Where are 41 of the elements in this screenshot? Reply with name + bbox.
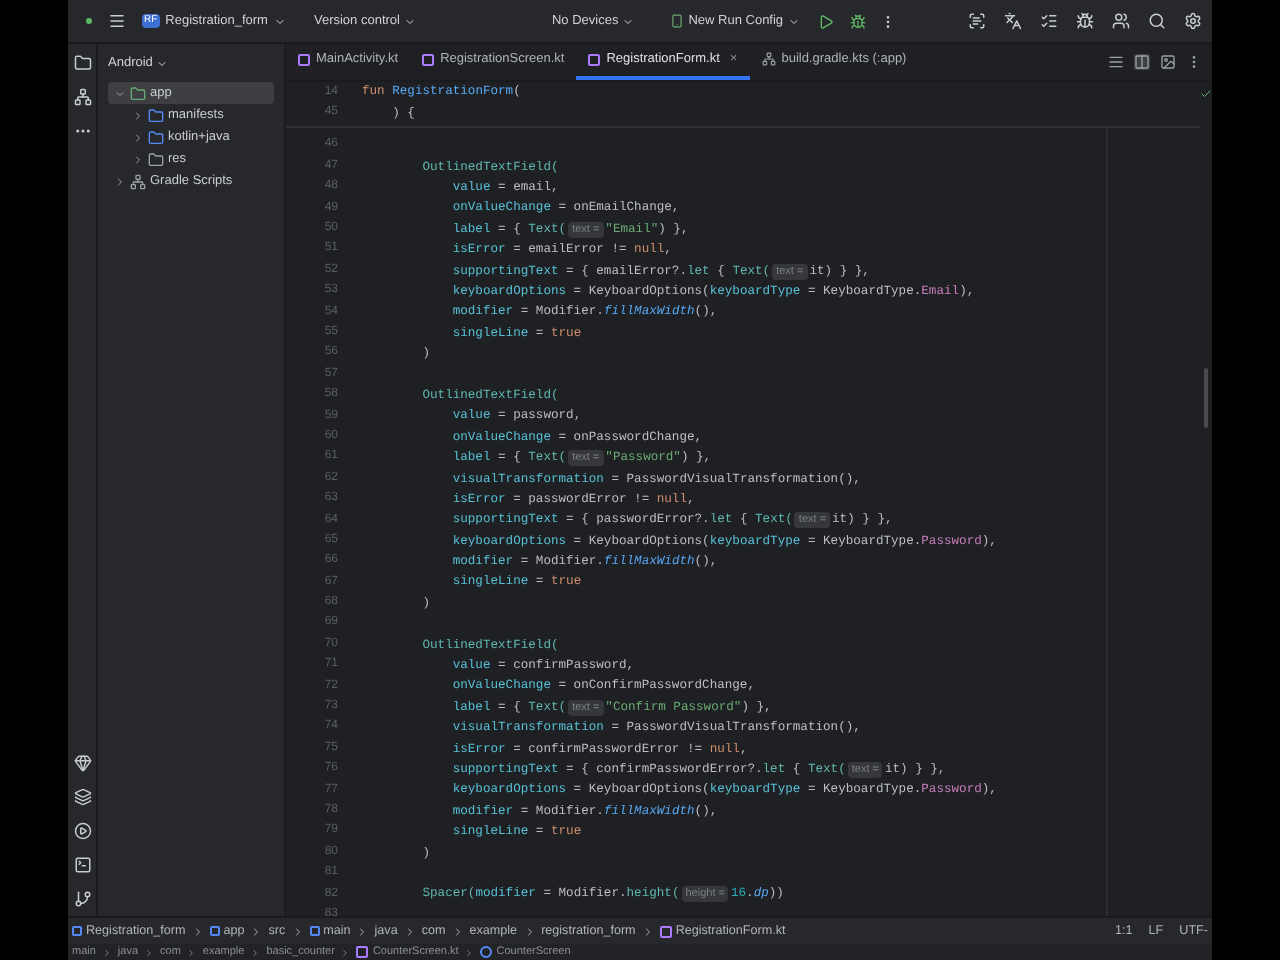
- bug-icon[interactable]: [1075, 12, 1094, 30]
- folder-icon[interactable]: [73, 54, 91, 72]
- chevron-right-icon[interactable]: [132, 109, 144, 121]
- search-icon[interactable]: [1147, 12, 1166, 30]
- scan-text-icon[interactable]: [967, 12, 986, 30]
- lines-icon[interactable]: [1108, 53, 1124, 69]
- caret-icon: [622, 15, 635, 27]
- caret-icon: [787, 15, 800, 27]
- folder-icon: [148, 107, 164, 123]
- chevron-right-icon: [403, 925, 416, 937]
- settings-icon[interactable]: [1183, 12, 1202, 30]
- git-branch-icon[interactable]: [73, 890, 91, 908]
- image-icon[interactable]: [1160, 53, 1176, 69]
- structure-icon[interactable]: [73, 88, 91, 106]
- module-folder-icon: [130, 85, 146, 101]
- caret-icon: [273, 15, 286, 27]
- chevron-right-icon: [641, 925, 654, 937]
- chevron-right-icon[interactable]: [132, 131, 144, 143]
- check-icon: [1200, 88, 1212, 100]
- layers-icon[interactable]: [73, 788, 91, 806]
- chevron-right-icon: [144, 947, 155, 957]
- folder-icon: [148, 129, 164, 145]
- folder-icon: [148, 151, 164, 167]
- menu-icon[interactable]: [108, 12, 126, 30]
- run-icon[interactable]: [817, 13, 834, 29]
- terminal-icon[interactable]: [73, 856, 91, 874]
- caret-icon: [156, 57, 169, 69]
- translate-icon[interactable]: [1003, 12, 1022, 30]
- chevron-right-icon: [101, 947, 112, 957]
- chevron-right-icon[interactable]: [132, 153, 144, 165]
- chevron-right-icon[interactable]: [114, 175, 126, 187]
- debug-icon[interactable]: [849, 13, 866, 29]
- play-circle-icon[interactable]: [73, 822, 91, 840]
- chevron-right-icon: [523, 925, 536, 937]
- scrollbar-thumb[interactable]: [1204, 368, 1208, 428]
- gem-icon[interactable]: [73, 754, 91, 772]
- users-icon[interactable]: [1111, 12, 1130, 30]
- chevron-right-icon: [291, 925, 304, 937]
- checklist-icon[interactable]: [1039, 12, 1058, 30]
- caret-icon: [403, 15, 416, 27]
- split-view-icon[interactable]: [1134, 53, 1150, 69]
